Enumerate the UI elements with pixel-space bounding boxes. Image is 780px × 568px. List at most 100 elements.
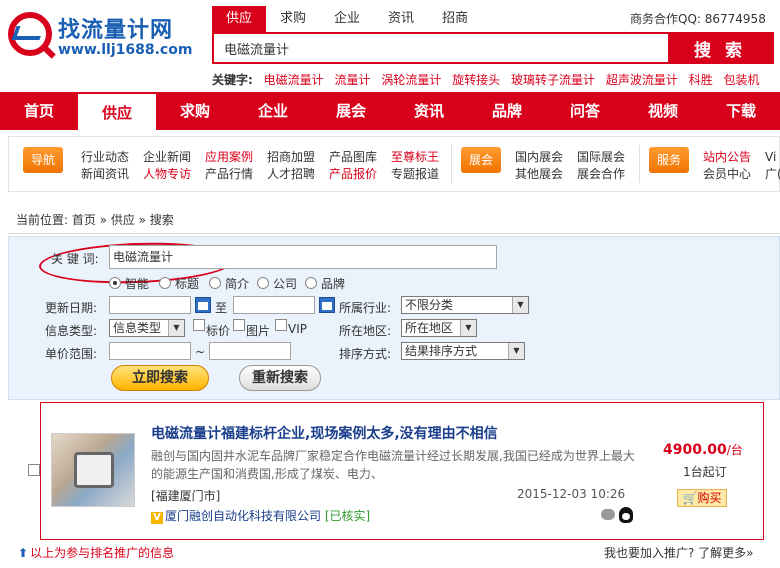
keywords-label: 关键字: <box>212 73 253 87</box>
result-checkbox[interactable] <box>28 464 40 476</box>
region-select[interactable]: 所在地区 ▼ <box>401 319 477 337</box>
search-tab-supply[interactable]: 供应 <box>212 6 267 32</box>
subnav-link[interactable]: 人才招聘 <box>267 166 315 183</box>
subnav-col: 产品图库 产品报价 <box>329 149 377 183</box>
info-type-select[interactable]: 信息类型 ▼ <box>109 319 185 337</box>
product-date: 2015-12-03 10:26 <box>517 487 626 501</box>
subnav-link[interactable]: 站内公告 <box>703 149 751 166</box>
subnav-link[interactable]: 国内展会 <box>515 149 563 166</box>
radio-label: 公司 <box>273 277 298 291</box>
product-thumbnail[interactable] <box>51 433 135 507</box>
min-order: 1台起订 <box>683 465 727 479</box>
site-logo[interactable]: 找流量计网 www.llj1688.com <box>8 8 208 66</box>
keyword-link[interactable]: 旋转接头 <box>452 73 500 87</box>
keyword-link[interactable]: 科胜 <box>689 73 713 87</box>
update-date-label: 更新日期: <box>45 301 98 315</box>
keyword-link[interactable]: 流量计 <box>334 73 370 87</box>
expo-tag: 展会 <box>461 147 501 173</box>
verified-badge: [已核实] <box>324 509 371 523</box>
price-min-input[interactable] <box>109 342 191 360</box>
subnav-link[interactable]: 招商加盟 <box>267 149 315 166</box>
nav-expo[interactable]: 展会 <box>312 92 390 130</box>
industry-select[interactable]: 不限分类 ▼ <box>401 296 529 314</box>
price-max-input[interactable] <box>209 342 291 360</box>
subnav-link[interactable]: 应用案例 <box>205 149 253 166</box>
nav-news[interactable]: 资讯 <box>390 92 468 130</box>
nav-company[interactable]: 企业 <box>234 92 312 130</box>
nav-download[interactable]: 下载 <box>702 92 780 130</box>
nav-supply[interactable]: 供应 <box>78 92 156 132</box>
subnav-link[interactable]: 广( <box>765 166 780 183</box>
subnav-link[interactable]: 新闻资讯 <box>81 166 129 183</box>
keyword-label: 关 键 词: <box>51 252 99 266</box>
search-tab-company[interactable]: 企业 <box>320 6 374 32</box>
search-input[interactable] <box>214 34 668 62</box>
join-promo-link[interactable]: 我也要加入推广? 了解更多» <box>604 544 754 561</box>
sort-select[interactable]: 结果排序方式 ▼ <box>401 342 525 360</box>
calendar-icon[interactable] <box>195 297 211 313</box>
subnav-link[interactable]: 产品行情 <box>205 166 253 183</box>
radio-smart[interactable] <box>109 277 121 289</box>
search-tab-buy[interactable]: 求购 <box>266 6 320 32</box>
nav-video[interactable]: 视频 <box>624 92 702 130</box>
subnav-link[interactable]: 产品报价 <box>329 166 377 183</box>
subnav-col: 国内展会 其他展会 <box>515 149 563 183</box>
subnav-link[interactable]: 行业动态 <box>81 149 129 166</box>
guide-tag: 导航 <box>23 147 63 173</box>
search-tab-news[interactable]: 资讯 <box>374 6 428 32</box>
checkbox-price[interactable] <box>193 319 205 331</box>
divider <box>639 145 640 183</box>
nav-brand[interactable]: 品牌 <box>468 92 546 130</box>
subnav-link[interactable]: 国际展会 <box>577 149 625 166</box>
radio-label: 标题 <box>175 277 200 291</box>
up-arrow-icon: ⬆ <box>18 546 29 560</box>
search-button[interactable]: 搜 索 <box>668 34 772 62</box>
keyword-link[interactable]: 包装机 <box>724 73 760 87</box>
checkbox-image[interactable] <box>233 319 245 331</box>
date-from-input[interactable] <box>109 296 191 314</box>
hot-keywords: 关键字: 电磁流量计 流量计 涡轮流量计 旋转接头 玻璃转子流量计 超声波流量计… <box>212 71 760 88</box>
subnav-link[interactable]: 人物专访 <box>143 166 191 183</box>
subnav-link[interactable]: 至尊标王 <box>391 149 439 166</box>
subnav-link[interactable]: 其他展会 <box>515 166 563 183</box>
price-range-label: 单价范围: <box>45 347 98 361</box>
nav-qa[interactable]: 问答 <box>546 92 624 130</box>
search-box: 搜 索 <box>212 32 774 64</box>
radio-title[interactable] <box>159 277 171 289</box>
subnav-link[interactable]: 产品图库 <box>329 149 377 166</box>
keyword-input[interactable]: 电磁流量计 <box>109 245 497 269</box>
radio-label: 品牌 <box>321 277 346 291</box>
keyword-link[interactable]: 电磁流量计 <box>264 73 324 87</box>
subnav-link[interactable]: 企业新闻 <box>143 149 191 166</box>
radio-brand[interactable] <box>305 277 317 289</box>
radio-company[interactable] <box>257 277 269 289</box>
chat-bubble-icon[interactable] <box>601 509 615 520</box>
subnav-link[interactable]: 展会合作 <box>577 166 625 183</box>
subnav-link[interactable]: 专题报道 <box>391 166 439 183</box>
qq-contact: 商务合作QQ: 86774958 <box>630 12 766 26</box>
product-description: 融创与国内固井水泥车品牌厂家稳定合作电磁流量计经过长期发展,我国已经成为世界上最… <box>151 449 635 481</box>
search-tab-invest[interactable]: 招商 <box>428 6 482 32</box>
keyword-link[interactable]: 玻璃转子流量计 <box>511 73 595 87</box>
date-to-input[interactable] <box>233 296 315 314</box>
keyword-link[interactable]: 超声波流量计 <box>606 73 678 87</box>
product-title[interactable]: 电磁流量计福建标杆企业,现场案例太多,没有理由不相信 <box>151 423 498 443</box>
radio-label: 智能 <box>125 277 150 291</box>
subnav-link[interactable]: 会员中心 <box>703 166 751 183</box>
radio-summary[interactable] <box>209 277 221 289</box>
subnav-link[interactable]: Vi <box>765 149 780 166</box>
wave-icon <box>11 26 45 40</box>
search-now-button[interactable]: 立即搜索 <box>111 365 209 391</box>
reset-search-button[interactable]: 重新搜索 <box>239 365 321 391</box>
breadcrumb: 当前位置: 首页 » 供应 » 搜索 <box>8 208 780 234</box>
qq-penguin-icon[interactable] <box>619 507 633 523</box>
nav-home[interactable]: 首页 <box>0 92 78 130</box>
buy-button[interactable]: 🛒购买 <box>677 489 727 507</box>
cart-icon: 🛒 <box>682 491 698 505</box>
subnav-col: 至尊标王 专题报道 <box>391 149 439 183</box>
company-name[interactable]: 厦门融创自动化科技有限公司 <box>165 509 321 523</box>
checkbox-vip[interactable] <box>275 319 287 331</box>
nav-buy[interactable]: 求购 <box>156 92 234 130</box>
calendar-icon[interactable] <box>319 297 335 313</box>
keyword-link[interactable]: 涡轮流量计 <box>381 73 441 87</box>
